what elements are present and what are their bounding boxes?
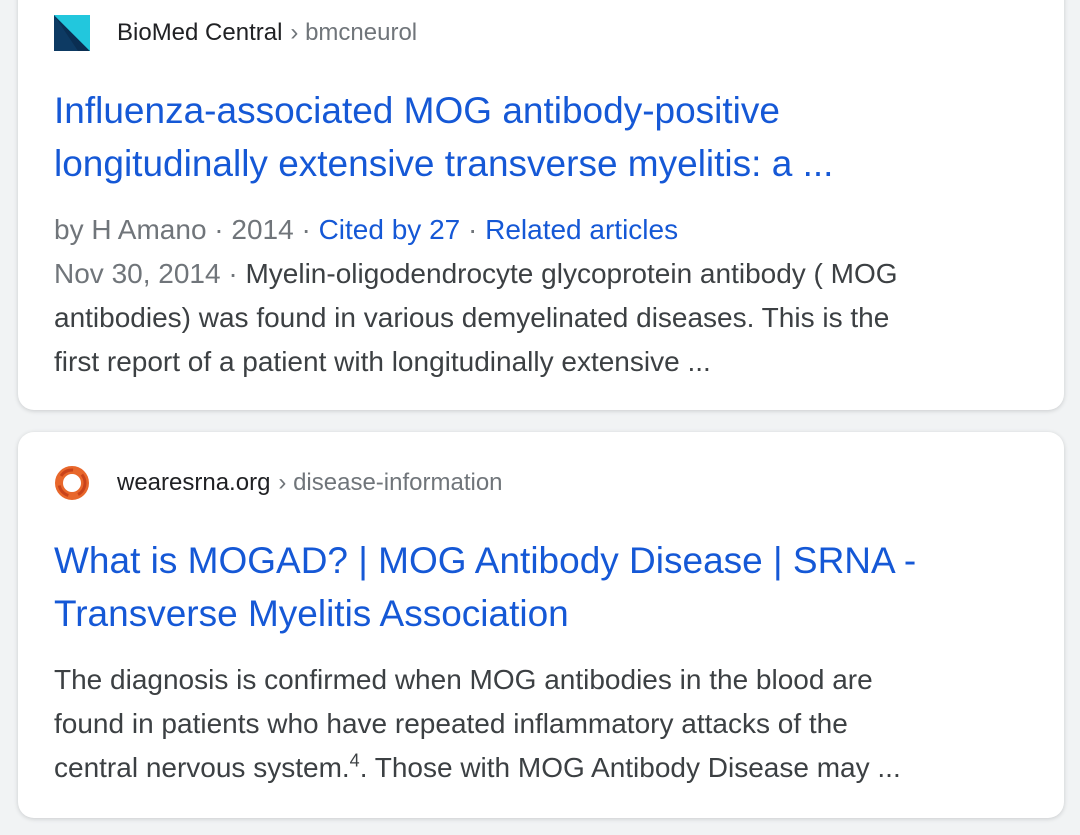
snippet-text: found in patients who have repeated infl… [54,708,848,739]
title-line: Transverse Myelitis Association [54,593,569,634]
separator: · [460,214,486,245]
site-name: BioMed Central [117,19,283,46]
result-title-link[interactable]: Influenza-associated MOG antibody-positi… [54,84,1034,190]
related-articles-link[interactable]: Related articles [485,214,678,245]
bmc-logo-icon [54,15,90,51]
result-source[interactable]: wearesrna.org › disease-information [54,465,503,501]
search-result-card: wearesrna.org › disease-information What… [18,432,1064,818]
result-snippet: The diagnosis is confirmed when MOG anti… [54,658,1044,790]
snippet-text: The diagnosis is confirmed when MOG anti… [54,664,873,695]
snippet-text: first report of a patient with longitudi… [54,346,711,377]
snippet-text: central nervous system. [54,752,350,783]
search-result-card: BioMed Central › bmcneurol Influenza-ass… [18,0,1064,410]
footnote-marker: 4 [349,750,360,771]
snippet-text: antibodies) was found in various demyeli… [54,302,890,333]
title-line: Influenza-associated MOG antibody-positi… [54,90,780,131]
result-snippet: Nov 30, 2014 · Myelin-oligodendrocyte gl… [54,252,1044,384]
result-title-link[interactable]: What is MOGAD? | MOG Antibody Disease | … [54,534,1034,640]
title-line: longitudinally extensive transverse myel… [54,143,834,184]
site-name: wearesrna.org [117,469,271,496]
result-meta: by H Amano · 2014 · Cited by 27 · Relate… [54,208,1044,252]
snippet-text: . Those with MOG Antibody Disease may ..… [359,752,901,783]
result-date: Nov 30, 2014 · [54,258,246,289]
title-line: What is MOGAD? | MOG Antibody Disease | … [54,540,917,581]
cited-by-link[interactable]: Cited by 27 [319,214,461,245]
breadcrumb: › bmcneurol [290,19,418,46]
breadcrumb: › disease-information [278,469,503,496]
byline: by H Amano · 2014 · [54,214,319,245]
srna-ring-icon [54,465,90,501]
result-source[interactable]: BioMed Central › bmcneurol [54,15,417,51]
snippet-text: Myelin-oligodendrocyte glycoprotein anti… [245,258,898,289]
